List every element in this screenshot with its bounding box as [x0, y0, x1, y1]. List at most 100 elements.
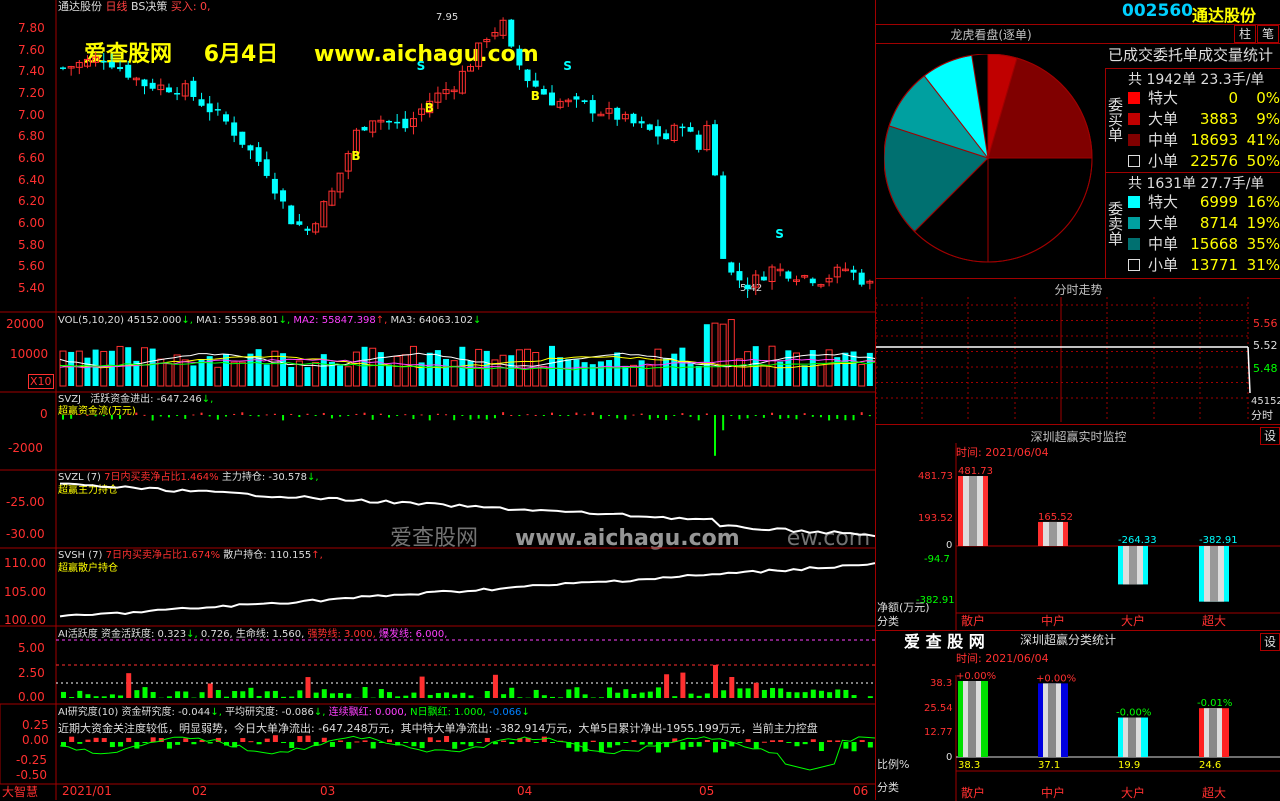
research-bar: [852, 742, 857, 751]
research-bar: [770, 740, 775, 742]
pie-slice: [988, 158, 1092, 262]
class-bar-pct: +0.00%: [956, 671, 996, 682]
active-bar: [632, 694, 637, 698]
svzj-bar: [543, 415, 545, 416]
svzj-bar: [796, 415, 798, 419]
active-bar: [542, 695, 547, 698]
class-chart: +0.00%38.3散户+0.00%37.1中户-0.00%19.9大户-0.0…: [876, 631, 1280, 801]
svzj-bar: [298, 415, 300, 417]
fenshi-panel[interactable]: 分时走势 5.56 5.52 5.48 45152 分时: [876, 278, 1280, 425]
vol-bar: [223, 354, 229, 386]
active-bar: [795, 692, 800, 698]
stock-code-name: 通达股份: [1192, 2, 1256, 26]
candle-body: [272, 179, 278, 194]
active-bar: [452, 695, 457, 698]
research-bar: [640, 742, 645, 745]
active-bar: [330, 693, 335, 698]
row-value: 0: [1228, 88, 1238, 108]
active-bar: [664, 674, 669, 698]
monitor-cat: 超大: [1202, 613, 1226, 628]
vol-bar: [842, 353, 848, 386]
fenshi-chart: [876, 297, 1280, 425]
monitor-bar-value: 481.73: [958, 466, 993, 477]
research-bar: [289, 742, 294, 748]
vol-bar: [142, 348, 148, 386]
active-bar: [143, 687, 148, 698]
active-bar: [338, 693, 343, 698]
vol-bar: [166, 364, 172, 386]
signal-letter: B: [425, 101, 434, 115]
svzj-bar: [103, 415, 105, 416]
svzj-bar: [730, 415, 732, 416]
active-bar: [248, 688, 253, 698]
svzj-bar: [575, 413, 577, 415]
row-pct: 35%: [1247, 234, 1280, 254]
research-bar: [632, 740, 637, 742]
candle-body: [125, 65, 131, 78]
vol-bar: [362, 347, 368, 386]
candle-body: [256, 147, 262, 162]
active-bar: [208, 684, 213, 698]
vol-bar: [239, 362, 245, 386]
research-bar: [134, 742, 139, 749]
fenshi-time: 分时: [1251, 409, 1273, 422]
active-bar: [737, 688, 742, 698]
active-bar: [819, 691, 824, 698]
price-drop: [1248, 347, 1250, 393]
svzj-bar: [771, 413, 773, 415]
svzj-bar: [266, 414, 268, 415]
vol-bar: [582, 362, 588, 386]
active-bar: [444, 692, 449, 698]
class-cat: 中户: [1041, 785, 1065, 800]
candle-body: [386, 121, 392, 123]
vol-bar: [631, 365, 637, 386]
svzj-bar: [249, 415, 251, 416]
svzj-bar: [274, 414, 276, 415]
svzj-bar: [853, 415, 855, 420]
class-cat: 大户: [1121, 785, 1145, 800]
row-value: 8714: [1200, 213, 1238, 233]
research-bar: [297, 736, 302, 742]
bi-button[interactable]: 笔: [1257, 25, 1279, 43]
svzj-bar: [486, 415, 488, 420]
active-bar: [216, 690, 221, 698]
active-bar: [379, 689, 384, 698]
research-bar: [615, 742, 620, 745]
research-bar: [257, 742, 262, 744]
vol-bar: [288, 367, 294, 386]
active-bar: [61, 692, 66, 698]
research-bar: [786, 742, 791, 743]
zhu-button[interactable]: 柱: [1234, 25, 1256, 43]
row-label: 特大: [1148, 192, 1178, 212]
active-bar: [436, 693, 441, 698]
order-row: 小单1377131%: [1128, 255, 1280, 275]
vol-bar: [500, 355, 506, 386]
svzj-bar: [600, 415, 602, 419]
vol-bar: [736, 359, 742, 386]
vol-bar: [712, 323, 718, 386]
svzj-bar: [804, 413, 806, 415]
active-bar: [770, 688, 775, 698]
research-bar: [175, 742, 180, 745]
active-bar: [697, 696, 702, 698]
vol-bar: [305, 367, 311, 386]
svzj-bar: [184, 415, 186, 419]
research-bar: [697, 742, 702, 747]
active-bar: [721, 690, 726, 698]
active-bar: [126, 673, 131, 698]
row-label: 小单: [1148, 255, 1178, 275]
active-bar: [754, 683, 759, 698]
research-bar: [126, 738, 131, 742]
stock-code: 002560: [1122, 1, 1193, 21]
vol-bar: [337, 365, 343, 386]
svzj-bar: [315, 415, 317, 416]
chart-area[interactable]: 通达股份 日线 BS决策 买入: 0, 爱查股网 6月4日 www.aichag…: [0, 0, 875, 800]
code-header: 002560 通达股份: [876, 0, 1280, 25]
research-bar: [803, 742, 808, 744]
research-bar: [550, 742, 555, 743]
sell-total: 共 1631单 27.7手/单: [1128, 173, 1264, 193]
candle-body: [362, 127, 368, 131]
research-bar: [778, 740, 783, 742]
candle-body: [663, 133, 669, 139]
svzj-bar: [698, 415, 700, 420]
